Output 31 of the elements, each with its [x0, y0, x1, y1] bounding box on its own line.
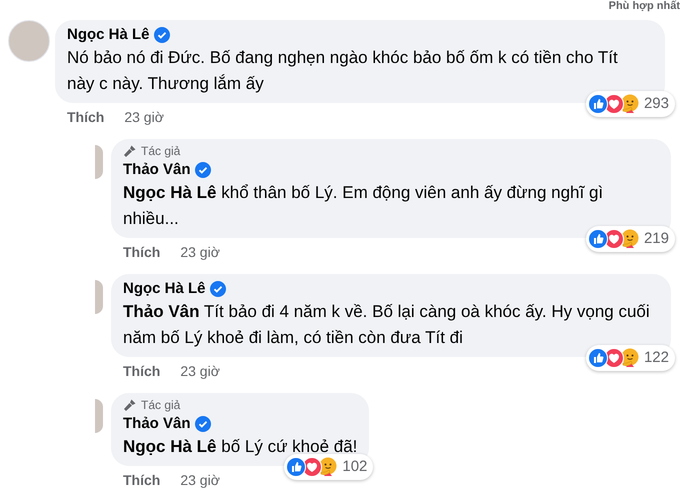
author-name[interactable]: Ngọc Hà Lê [123, 279, 206, 299]
author-name[interactable]: Thảo Vân [123, 414, 191, 434]
like-icon [588, 228, 608, 249]
reaction-count: 102 [342, 456, 368, 476]
reaction-summary[interactable]: 219 [586, 226, 675, 252]
reaction-count: 219 [644, 228, 669, 248]
reaction-summary[interactable]: 293 [586, 90, 675, 117]
like-link[interactable]: Thích [123, 472, 160, 488]
comment-time[interactable]: 23 giờ [180, 472, 220, 488]
care-emoji-icon [620, 348, 640, 368]
sort-label[interactable]: Phù hợp nhất [608, 0, 680, 12]
like-icon [588, 94, 608, 114]
reaction-count: 293 [644, 94, 669, 114]
like-link[interactable]: Thích [67, 109, 104, 125]
care-emoji-icon [620, 228, 640, 249]
author-name[interactable]: Ngọc Hà Lê [67, 25, 150, 45]
author-name[interactable]: Thảo Vân [123, 160, 191, 180]
care-emoji-icon [318, 456, 338, 477]
like-icon [286, 456, 306, 477]
comment-time[interactable]: 23 giờ [124, 109, 164, 125]
comment-time[interactable]: 23 giờ [180, 244, 220, 260]
comment-time[interactable]: 23 giờ [180, 363, 220, 379]
reaction-summary[interactable]: 102 [284, 454, 374, 480]
care-emoji-icon [620, 94, 640, 114]
like-link[interactable]: Thích [123, 244, 160, 260]
like-icon [588, 348, 608, 368]
reaction-count: 122 [644, 348, 669, 368]
author-label: Tác giả [141, 398, 180, 412]
reaction-summary[interactable]: 122 [586, 344, 675, 371]
like-link[interactable]: Thích [123, 363, 160, 379]
author-label: Tác giả [141, 144, 180, 158]
